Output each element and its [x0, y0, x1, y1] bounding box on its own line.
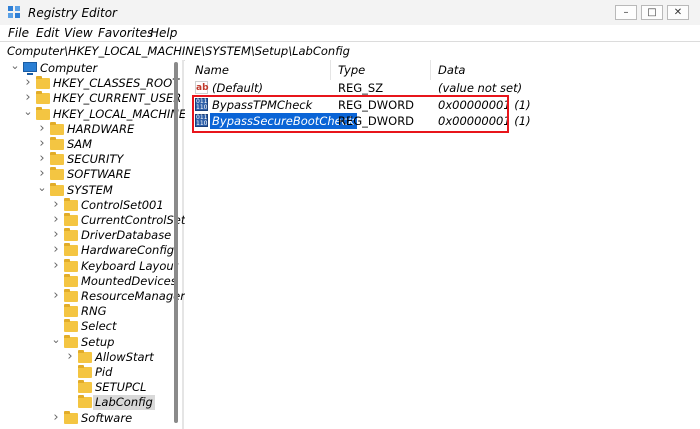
folder-icon — [64, 334, 78, 348]
chevron-right-icon[interactable]: › — [51, 410, 61, 426]
chevron-right-icon[interactable]: › — [37, 121, 47, 137]
tree-item-label[interactable]: HARDWARE — [67, 122, 134, 137]
tree-item-label[interactable]: HardwareConfig — [81, 243, 174, 258]
folder-icon — [78, 349, 92, 363]
value-name[interactable]: (Default) — [210, 80, 265, 96]
folder-icon — [64, 289, 78, 302]
tree-scrollbar-thumb[interactable] — [174, 62, 178, 423]
window-title: Registry Editor — [28, 6, 117, 20]
column-header-data[interactable]: Data — [438, 63, 465, 77]
chevron-right-icon[interactable]: › — [37, 137, 47, 152]
menu-help[interactable]: Help — [150, 26, 177, 40]
folder-icon — [50, 152, 64, 166]
tree-item-label[interactable]: Software — [81, 411, 132, 426]
chevron-right-icon[interactable]: › — [51, 228, 61, 243]
folder-icon — [78, 365, 92, 378]
maximize-button[interactable]: □ — [641, 5, 663, 20]
tree-item-label[interactable]: LabConfig — [93, 395, 155, 411]
chevron-down-icon[interactable]: ⌄ — [37, 182, 47, 198]
folder-icon — [78, 380, 92, 394]
tree-item-label[interactable]: ResourceManager — [81, 289, 185, 304]
folder-icon — [36, 106, 50, 120]
address-path[interactable]: Computer\HKEY_LOCAL_MACHINE\SYSTEM\Setup… — [7, 44, 350, 58]
folder-icon — [64, 258, 78, 272]
folder-icon — [50, 121, 64, 135]
tree-scrollbar[interactable] — [174, 62, 179, 424]
chevron-down-icon[interactable]: ⌄ — [23, 106, 33, 122]
minimize-button[interactable]: – — [615, 5, 637, 20]
tree-item-label[interactable]: SYSTEM — [67, 183, 113, 198]
title-bar: Registry Editor – □ ✕ — [0, 0, 700, 26]
column-divider[interactable] — [430, 60, 431, 80]
tree-item-label[interactable]: HKEY_CLASSES_ROOT — [53, 76, 179, 91]
folder-icon — [36, 91, 50, 105]
folder-icon — [64, 273, 78, 287]
tree-item-label[interactable]: Keyboard Layout — [81, 259, 178, 274]
chevron-right-icon[interactable]: › — [37, 152, 47, 167]
chevron-right-icon[interactable]: › — [51, 258, 61, 274]
tree-item-label[interactable]: RNG — [81, 304, 107, 319]
tree-item-label[interactable]: DriverDatabase — [81, 228, 171, 243]
tree-item-label[interactable]: CurrentControlSet — [81, 213, 185, 228]
address-bar[interactable]: Computer\HKEY_LOCAL_MACHINE\SYSTEM\Setup… — [0, 41, 700, 61]
column-divider[interactable] — [330, 60, 331, 80]
column-header-name[interactable]: Name — [195, 63, 229, 77]
tree-item-label[interactable]: ControlSet001 — [81, 198, 164, 213]
string-value-icon: ab — [195, 81, 209, 94]
tree-item-label[interactable]: Select — [81, 319, 116, 334]
tree-item-label[interactable]: AllowStart — [95, 350, 154, 365]
folder-icon — [50, 182, 64, 196]
folder-icon — [64, 228, 78, 242]
value-type: REG_SZ — [338, 81, 384, 95]
highlight-box — [192, 95, 509, 133]
chevron-down-icon[interactable]: ⌄ — [10, 60, 20, 76]
menu-view[interactable]: View — [64, 26, 93, 40]
menu-favorites[interactable]: Favorites — [98, 26, 153, 40]
value-row[interactable]: ab (Default) REG_SZ (value not set) — [185, 80, 700, 96]
chevron-right-icon[interactable]: › — [51, 213, 61, 228]
chevron-down-icon[interactable]: ⌄ — [51, 334, 61, 350]
tree-item-label[interactable]: Setup — [81, 335, 114, 350]
folder-icon — [64, 243, 78, 257]
tree-item-label[interactable]: Computer — [40, 61, 97, 76]
menu-bar: File Edit View Favorites Help — [0, 25, 700, 41]
folder-icon — [36, 76, 50, 90]
key-tree-pane[interactable]: ⌄ Computer › HKEY_CLASSES_ROOT › HKEY_CURRENT… — [0, 60, 186, 429]
tree-item-label[interactable]: HKEY_LOCAL_MACHINE — [53, 107, 186, 122]
chevron-right-icon[interactable]: › — [51, 197, 61, 213]
tree-item-label[interactable]: HKEY_CURRENT_USER — [53, 91, 181, 106]
computer-icon — [23, 62, 37, 75]
tree-item-label[interactable]: SETUPCL — [95, 380, 146, 395]
chevron-right-icon[interactable]: › — [51, 243, 61, 258]
folder-icon — [64, 304, 78, 318]
folder-icon — [78, 395, 92, 409]
tree-item-label[interactable]: SAM — [67, 137, 92, 152]
registry-editor-icon — [8, 6, 20, 18]
menu-file[interactable]: File — [8, 26, 29, 40]
tree-item-label[interactable]: SOFTWARE — [67, 167, 131, 182]
folder-icon — [64, 319, 78, 333]
chevron-right-icon[interactable]: › — [65, 349, 75, 365]
folder-icon — [50, 167, 64, 181]
folder-icon — [64, 213, 78, 226]
folder-icon — [64, 197, 78, 211]
close-button[interactable]: ✕ — [667, 5, 689, 20]
menu-edit[interactable]: Edit — [36, 26, 59, 40]
tree-item-label[interactable]: SECURITY — [67, 152, 123, 167]
folder-icon — [50, 137, 64, 150]
chevron-right-icon[interactable]: › — [51, 289, 61, 304]
tree-item-label[interactable]: MountedDevices — [81, 274, 177, 289]
column-header-type[interactable]: Type — [338, 63, 365, 77]
tree-item-label[interactable]: Pid — [95, 365, 112, 380]
folder-icon — [64, 410, 78, 424]
value-data: (value not set) — [438, 81, 523, 95]
chevron-right-icon[interactable]: › — [23, 76, 33, 91]
